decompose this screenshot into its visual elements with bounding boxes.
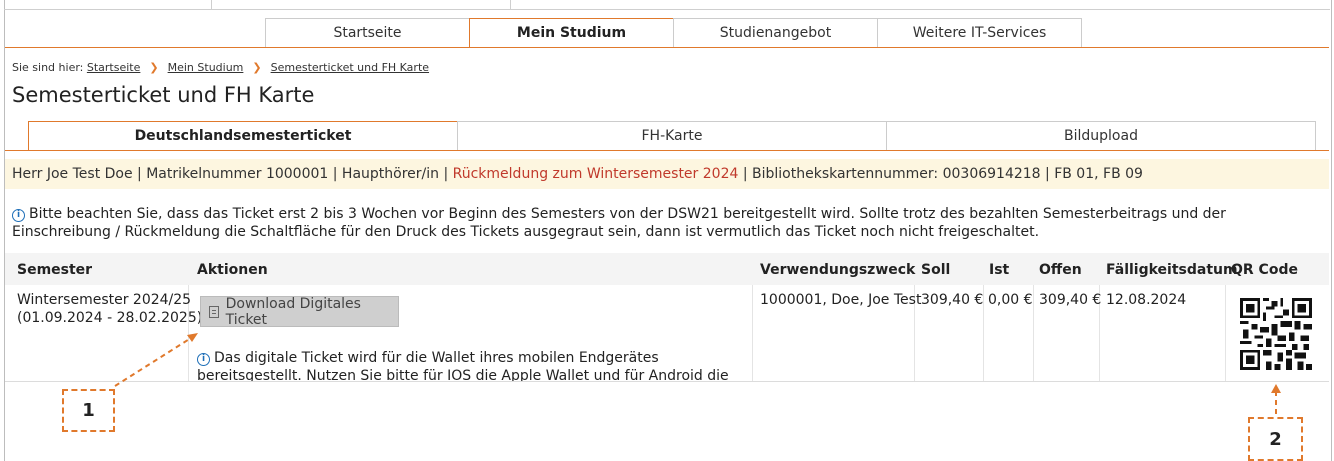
- annotation-label-2: 2: [1248, 417, 1303, 461]
- annotation-arrows: [114, 333, 1281, 414]
- arrow-2-head: [1271, 384, 1281, 393]
- arrow-1-head: [187, 333, 198, 342]
- arrow-1-line: [114, 337, 192, 387]
- annotation-label-1: 1: [62, 389, 115, 432]
